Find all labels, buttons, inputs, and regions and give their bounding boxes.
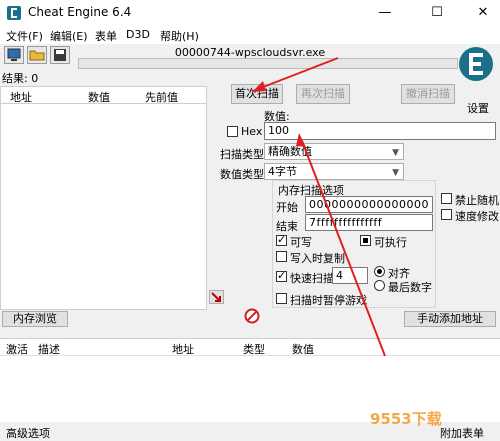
copy-on-write-label: 写入时复制 — [290, 252, 345, 265]
undo-scan-button[interactable]: 撤消扫描 — [401, 84, 455, 104]
process-name: 00000744-wpscloudsvr.exe — [174, 46, 326, 59]
results-count: 结果: 0 — [2, 72, 39, 85]
start-address-input[interactable]: 0000000000000000 — [305, 196, 433, 213]
chevron-down-icon: ▼ — [392, 148, 399, 158]
column-type[interactable]: 类型 — [243, 341, 265, 357]
pause-game-checkbox[interactable] — [276, 293, 287, 304]
menu-d3d[interactable]: D3D — [126, 28, 150, 41]
last-digits-label: 最后数字 — [388, 281, 432, 294]
scan-type-label: 扫描类型 — [220, 148, 264, 161]
first-scan-button[interactable]: 首次扫描 — [231, 84, 283, 104]
settings-label[interactable]: 设置 — [467, 100, 489, 116]
disable-random-label: 禁止随机 — [455, 194, 499, 207]
column-table-address[interactable]: 地址 — [172, 341, 194, 357]
menu-file[interactable]: 文件(F) — [6, 28, 43, 44]
last-digits-radio[interactable] — [374, 280, 385, 291]
speedhack-checkbox[interactable] — [441, 209, 452, 220]
column-address[interactable]: 地址 — [10, 89, 32, 105]
speedhack-label: 速度修改 — [455, 210, 499, 223]
start-label: 开始 — [276, 201, 298, 214]
executable-label: 可执行 — [374, 236, 407, 249]
align-radio[interactable] — [374, 266, 385, 277]
writable-checkbox[interactable] — [276, 233, 287, 246]
menu-edit[interactable]: 编辑(E) — [50, 28, 88, 44]
red-arrow-icon — [211, 292, 221, 302]
pause-game-label: 扫描时暂停游戏 — [290, 294, 367, 307]
minimize-button[interactable]: — — [362, 0, 408, 26]
next-scan-button[interactable]: 再次扫描 — [296, 84, 350, 104]
column-value[interactable]: 数值 — [88, 89, 110, 105]
copy-on-write-checkbox[interactable] — [276, 251, 287, 262]
cheat-engine-logo-icon[interactable] — [456, 44, 496, 84]
fast-scan-checkbox[interactable] — [276, 269, 287, 282]
stop-icon[interactable] — [244, 308, 260, 324]
executable-checkbox[interactable] — [360, 235, 371, 246]
column-description[interactable]: 描述 — [38, 341, 60, 357]
value-input[interactable]: 100 — [264, 122, 496, 140]
add-selected-button[interactable] — [209, 290, 224, 304]
watermark: 9553下载 — [370, 410, 442, 428]
window-title: Cheat Engine 6.4 — [28, 5, 132, 19]
close-button[interactable]: ✕ — [460, 0, 500, 26]
value-type-value: 4字节 — [268, 165, 297, 178]
fast-scan-alignment-input[interactable]: 4 — [332, 267, 368, 284]
scan-progress-bar — [78, 58, 458, 69]
chevron-down-icon: ▼ — [392, 168, 399, 178]
found-address-list[interactable] — [0, 104, 207, 310]
writable-label: 可写 — [290, 236, 312, 249]
column-table-value[interactable]: 数值 — [292, 341, 314, 357]
scan-type-select[interactable]: 精确数值 ▼ — [264, 143, 404, 160]
value-type-label: 数值类型 — [220, 168, 264, 181]
stop-label: 结束 — [276, 220, 298, 233]
add-address-manually-button[interactable]: 手动添加地址 — [404, 311, 496, 327]
scan-type-value: 精确数值 — [268, 145, 312, 158]
menu-table[interactable]: 表单 — [95, 28, 117, 44]
hex-label: Hex — [241, 125, 263, 138]
maximize-button[interactable]: ☐ — [414, 0, 460, 26]
hex-checkbox[interactable] — [227, 126, 238, 137]
menu-help[interactable]: 帮助(H) — [160, 28, 199, 44]
cheat-engine-app-icon — [7, 6, 21, 20]
fast-scan-label: 快速扫描 — [290, 272, 334, 285]
column-previous[interactable]: 先前值 — [145, 89, 178, 105]
column-active[interactable]: 激活 — [6, 341, 28, 357]
memory-view-button[interactable]: 内存浏览 — [2, 311, 68, 327]
value-type-select[interactable]: 4字节 ▼ — [264, 163, 404, 180]
disable-random-checkbox[interactable] — [441, 193, 452, 204]
stop-address-input[interactable]: 7fffffffffffffff — [305, 214, 433, 231]
